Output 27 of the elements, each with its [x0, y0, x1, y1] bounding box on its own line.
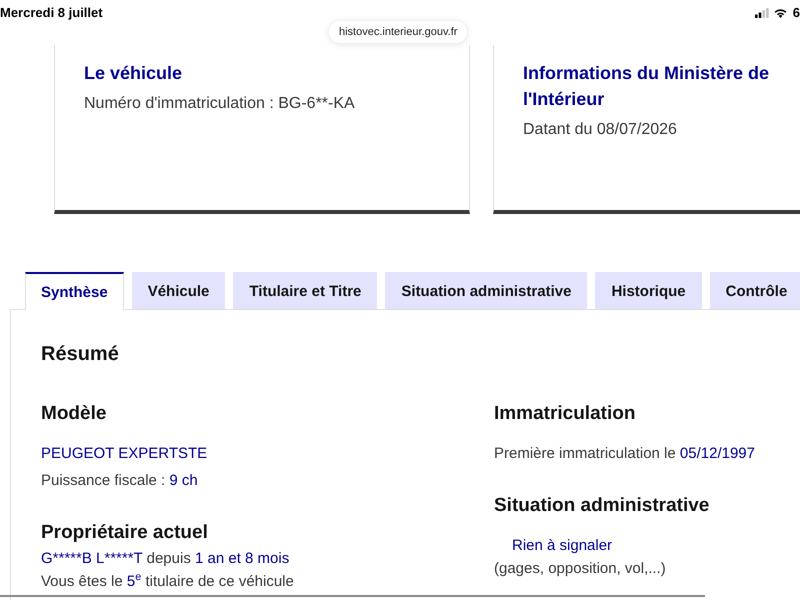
status-text: Rien à signaler: [512, 536, 612, 556]
detail-text: G*****B L*****T depuis 1 an et 8 mois: [41, 549, 290, 569]
tab[interactable]: Contrôle: [710, 272, 800, 309]
tab[interactable]: Historique: [595, 272, 702, 309]
card-title: Informations du Ministère de l'Intérieur: [523, 62, 770, 111]
card-text: Datant du 08/07/2026: [523, 120, 678, 140]
status-date: Mercredi 8 juillet: [0, 5, 103, 21]
address-bar[interactable]: histovec.interieur.gouv.fr: [329, 21, 468, 43]
wifi-icon: [774, 8, 787, 18]
detail-text: (gages, opposition, vol,...): [494, 559, 666, 579]
signal-icon: [754, 8, 769, 18]
panel-title: Résumé: [41, 342, 120, 367]
tab[interactable]: Situation administrative: [385, 272, 588, 309]
tab[interactable]: Véhicule: [132, 272, 226, 309]
section-heading: Modèle: [41, 402, 108, 426]
card-title: Le véhicule: [84, 62, 184, 85]
section-heading: Immatriculation: [494, 402, 636, 426]
section-heading: Situation administrative: [494, 494, 710, 518]
detail-text: PEUGEOT EXPERTSTE: [41, 444, 208, 464]
tab[interactable]: Synthèse: [25, 272, 124, 310]
detail-text: Vous êtes le 5$^{e}$ titulaire de ce véhicule: [41, 570, 294, 592]
detail-text: Puissance fiscale : 9 ch: [41, 471, 198, 491]
section-heading: Propriétaire actuel: [41, 521, 209, 545]
card-text: Numéro d'immatriculation : BG-6**-KA: [84, 94, 356, 114]
battery-percent: 6: [792, 5, 800, 21]
detail-text: Première immatriculation le 05/12/1997: [494, 444, 755, 464]
tab[interactable]: Titulaire et Titre: [233, 272, 378, 309]
